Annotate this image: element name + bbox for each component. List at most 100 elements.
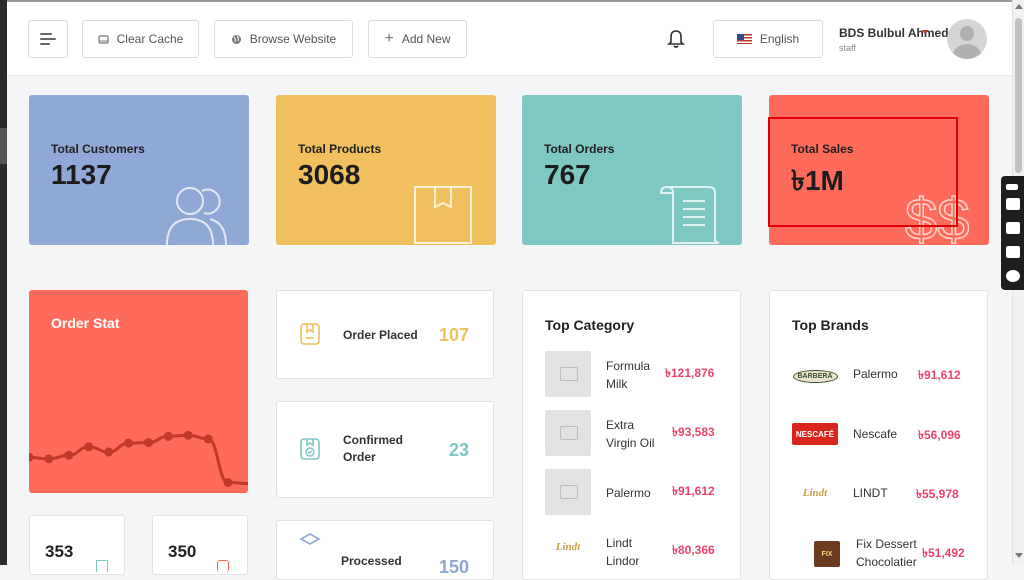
list-item[interactable]: Formula Milk ৳121,876 — [545, 351, 725, 399]
add-new-label: Add New — [401, 32, 451, 46]
brand-logo: Lindt — [802, 487, 828, 499]
clear-cache-label: Clear Cache — [116, 32, 184, 46]
top-brands-title: Top Brands — [792, 317, 869, 333]
stat-card-products[interactable]: Total Products 3068 — [276, 95, 496, 245]
top-brands-panel: Top Brands BARBERA Palermo ৳91,612 NESCA… — [769, 290, 988, 580]
list-item[interactable]: Lindt LINDT ৳55,978 — [792, 480, 972, 528]
processed-order-card[interactable]: Processed 150 — [276, 520, 494, 580]
order-stat-point[interactable] — [64, 450, 74, 460]
screenshot-toolbar — [1001, 176, 1024, 290]
category-price: ৳121,876 — [665, 366, 715, 380]
browse-website-button[interactable]: Browse Website — [214, 20, 353, 58]
mini-stat-card[interactable]: 353 — [29, 515, 125, 575]
avatar[interactable] — [947, 19, 987, 59]
order-placed-count: 107 — [439, 325, 470, 345]
brand-price: ৳56,096 — [918, 428, 961, 442]
browser-left-edge — [0, 0, 7, 565]
order-stat-point[interactable] — [143, 438, 153, 448]
brand-name: Palermo — [853, 367, 898, 381]
order-stat-point[interactable] — [183, 430, 193, 440]
brand-name: LINDT — [853, 486, 888, 500]
language-selector[interactable]: English — [713, 20, 823, 58]
order-stat-point[interactable] — [29, 452, 34, 462]
mini-stat-card[interactable]: 350 — [152, 515, 248, 575]
stat-value: 1137 — [51, 159, 112, 190]
order-stat-point[interactable] — [104, 447, 114, 457]
list-item[interactable]: Extra Virgin Oil ৳93,583 — [545, 410, 725, 458]
mini-stat-value: 353 — [45, 542, 74, 561]
order-stat-point[interactable] — [44, 454, 54, 464]
confirmed-order-label: Confirmed Order — [343, 433, 403, 464]
category-name: Formula Milk — [606, 359, 651, 391]
tag-icon — [217, 560, 229, 572]
order-stat-point[interactable] — [223, 478, 233, 487]
plus-icon: + — [384, 30, 394, 47]
bookmark-icon — [300, 323, 320, 345]
bell-icon[interactable] — [667, 29, 685, 49]
confirmed-order-card[interactable]: Confirmed Order 23 — [276, 401, 494, 498]
stat-label: Total Customers — [51, 142, 145, 156]
browse-website-label: Browse Website — [249, 32, 337, 46]
category-price: ৳80,366 — [672, 543, 715, 557]
image-placeholder-icon — [545, 410, 591, 456]
add-new-button[interactable]: + Add New — [368, 20, 467, 58]
top-header: Clear Cache Browse Website + Add New Eng… — [7, 2, 1012, 76]
scrollbar-thumb[interactable] — [1015, 18, 1022, 173]
category-name: Palermo — [606, 486, 651, 500]
image-placeholder-icon — [545, 469, 591, 515]
chart-icon — [96, 560, 108, 572]
chevron-down-icon[interactable] — [922, 30, 928, 34]
layers-icon — [299, 533, 321, 545]
stat-card-orders[interactable]: Total Orders 767 — [522, 95, 742, 245]
order-stat-line — [29, 433, 248, 486]
menu-toggle-button[interactable] — [28, 20, 68, 58]
toolbar-menu-icon[interactable] — [1006, 184, 1018, 190]
stat-card-customers[interactable]: Total Customers 1137 — [29, 95, 249, 245]
category-price: ৳93,583 — [672, 425, 715, 439]
video-icon[interactable] — [1006, 222, 1020, 234]
brand-logo: BARBERA — [792, 365, 838, 387]
camera-icon[interactable] — [1006, 198, 1020, 210]
list-item[interactable]: Lindt Lindt Lindor ৳80,366 — [545, 528, 725, 576]
us-flag-icon — [736, 34, 752, 44]
list-item[interactable]: Palermo ৳91,612 — [545, 469, 725, 517]
clear-cache-button[interactable]: Clear Cache — [82, 20, 199, 58]
drive-icon — [98, 34, 109, 44]
processed-count: 150 — [439, 557, 470, 577]
brand-price: ৳51,492 — [922, 546, 965, 560]
confirmed-doc-icon — [300, 438, 320, 460]
processed-label: Processed — [341, 554, 402, 568]
list-item[interactable]: BARBERA Palermo ৳91,612 — [792, 361, 972, 409]
brand-name: Nescafe — [853, 427, 898, 441]
user-role: staff — [839, 43, 856, 53]
order-stat-point[interactable] — [124, 438, 134, 448]
category-name: Extra Virgin Oil — [606, 418, 655, 450]
stat-label: Total Products — [298, 142, 382, 156]
order-stat-point[interactable] — [163, 431, 173, 441]
top-category-panel: Top Category Formula Milk ৳121,876 Extra… — [522, 290, 741, 580]
order-stat-chart — [29, 430, 248, 487]
order-stat-point[interactable] — [84, 442, 94, 452]
list-item[interactable]: NESCAFÉ Nescafe ৳56,096 — [792, 421, 972, 469]
scroll-down-icon[interactable] — [1015, 553, 1023, 558]
lindt-logo: Lindt — [555, 541, 581, 553]
confirmed-order-count: 23 — [449, 440, 470, 460]
stat-value: 767 — [544, 159, 591, 190]
brand-price: ৳91,612 — [918, 368, 961, 382]
windows-icon[interactable] — [1006, 246, 1020, 258]
gear-icon[interactable] — [1006, 270, 1020, 282]
order-stat-point[interactable] — [203, 434, 213, 444]
user-name[interactable]: BDS Bulbul Ahmed — [839, 26, 949, 40]
order-placed-label: Order Placed — [343, 328, 418, 342]
box-icon — [414, 186, 472, 244]
language-label: English — [759, 32, 800, 46]
list-item[interactable]: FIX Fix Dessert Chocolatier ৳51,492 — [792, 531, 972, 579]
receipt-icon — [659, 185, 720, 244]
hamburger-icon — [40, 30, 56, 48]
stat-label: Total Orders — [544, 142, 615, 156]
top-category-title: Top Category — [545, 317, 635, 333]
scroll-up-icon[interactable] — [1015, 4, 1023, 9]
users-icon — [166, 187, 227, 245]
brand-logo: FIX — [814, 541, 840, 567]
order-placed-card[interactable]: Order Placed 107 — [276, 290, 494, 379]
